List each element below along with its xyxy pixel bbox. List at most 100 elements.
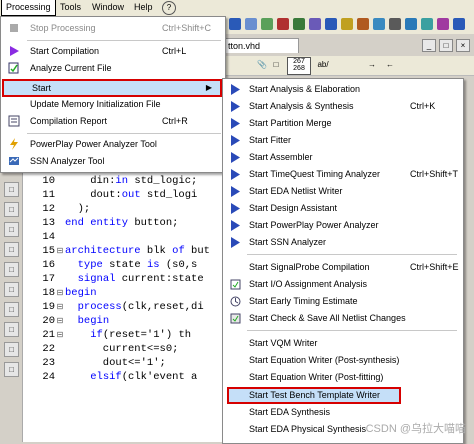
analyze-tool-icon[interactable]: [245, 18, 257, 30]
menu-item-start[interactable]: Start ▶: [2, 79, 222, 97]
menu-help[interactable]: Help: [130, 0, 157, 16]
netlist-tool-icon[interactable]: [325, 18, 337, 30]
close-icon[interactable]: ×: [456, 39, 470, 52]
submenu-item-design-assistant[interactable]: Start Design Assistant: [224, 200, 462, 217]
goto-line-icon[interactable]: □: [4, 362, 19, 377]
code-text: current<=s0;: [65, 343, 179, 355]
check-save-icon: [230, 313, 241, 324]
code-line[interactable]: 21 ⊟ if(reset='1') th: [23, 328, 191, 342]
submenu-item-analysis-synthesis[interactable]: Start Analysis & Synthesis Ctrl+K: [224, 98, 462, 115]
megawizard-tool-icon[interactable]: [437, 18, 449, 30]
help-tool-icon[interactable]: [453, 18, 465, 30]
menu-item-stop-processing[interactable]: Stop Processing Ctrl+Shift+C: [2, 20, 224, 36]
code-line[interactable]: 11 dout:out std_logi: [23, 188, 197, 202]
submenu-item-analysis-elaboration[interactable]: Start Analysis & Elaboration: [224, 81, 462, 98]
document-icon[interactable]: □: [271, 59, 281, 71]
find-icon[interactable]: □: [4, 182, 19, 197]
code-line[interactable]: 18 ⊟ begin: [23, 286, 96, 301]
fold-marker-icon[interactable]: ⊟: [55, 287, 65, 301]
comment-block-icon[interactable]: □: [4, 262, 19, 277]
submenu-item-test-bench-template-writer[interactable]: Start Test Bench Template Writer: [227, 387, 401, 404]
line-number: 10: [42, 175, 55, 187]
code-line[interactable]: 17 signal current:state: [23, 272, 204, 286]
help-pointer-icon[interactable]: ?: [162, 1, 176, 15]
prev-bookmark-icon[interactable]: □: [4, 342, 19, 357]
submenu-item-equation-post-synthesis[interactable]: Start Equation Writer (Post-synthesis): [224, 352, 462, 369]
submenu-item-assembler[interactable]: Start Assembler: [224, 149, 462, 166]
menu-window[interactable]: Window: [88, 0, 128, 16]
menu-item-powerplay-tool[interactable]: PowerPlay Power Analyzer Tool: [2, 136, 224, 152]
menu-item-update-memory-init[interactable]: Update Memory Initialization File: [2, 96, 224, 112]
line-number: 21: [42, 329, 55, 341]
fold-marker-icon[interactable]: ⊟: [55, 315, 65, 329]
tab-button-vhd[interactable]: tton.vhd: [225, 38, 299, 53]
code-line[interactable]: 10 din:in std_logic;: [23, 174, 197, 188]
assembler-tool-icon[interactable]: [341, 18, 353, 30]
submenu-item-equation-post-fitting[interactable]: Start Equation Writer (Post-fitting): [224, 369, 462, 386]
pin-planner-tool-icon[interactable]: [405, 18, 417, 30]
menu-processing[interactable]: Processing: [1, 0, 56, 16]
code-line[interactable]: 19 ⊟ process(clk,reset,di: [23, 300, 203, 315]
submenu-item-partition-merge[interactable]: Start Partition Merge: [224, 115, 462, 132]
submenu-item-fitter[interactable]: Start Fitter: [224, 132, 462, 149]
code-line[interactable]: 22 current<=s0;: [23, 342, 178, 356]
timing-tool-icon[interactable]: [309, 18, 321, 30]
chip-planner-tool-icon[interactable]: [373, 18, 385, 30]
submenu-item-early-timing[interactable]: Start Early Timing Estimate: [224, 293, 462, 310]
code-line[interactable]: 12 );: [23, 202, 90, 216]
minimize-icon[interactable]: _: [422, 39, 436, 52]
code-text: begin: [77, 315, 110, 327]
fold-marker-icon[interactable]: ⊟: [55, 301, 65, 315]
insert-template-icon[interactable]: □: [4, 242, 19, 257]
uncomment-block-icon[interactable]: □: [4, 282, 19, 297]
stop-tool-icon[interactable]: [277, 18, 289, 30]
code-line[interactable]: 13 end entity button;: [23, 216, 178, 230]
rtl-viewer-tool-icon[interactable]: [389, 18, 401, 30]
paperclip-icon[interactable]: 📎: [257, 59, 267, 71]
line-number: 16: [42, 259, 55, 271]
submenu-item-powerplay[interactable]: Start PowerPlay Power Analyzer: [224, 217, 462, 234]
menu-item-ssn-tool[interactable]: SSN Analyzer Tool: [2, 153, 224, 169]
submenu-item-timequest[interactable]: Start TimeQuest Timing Analyzer Ctrl+Shi…: [224, 166, 462, 183]
code-line[interactable]: 14: [23, 230, 65, 244]
indent-icon[interactable]: →: [365, 59, 379, 71]
signaltap-tool-icon[interactable]: [421, 18, 433, 30]
play-tool-icon[interactable]: [293, 18, 305, 30]
submenu-item-ssn-analyzer[interactable]: Start SSN Analyzer: [224, 234, 462, 251]
submenu-item-eda-synthesis[interactable]: Start EDA Synthesis: [224, 404, 462, 421]
code-line[interactable]: 24 elsif(clk'event a: [23, 370, 197, 384]
submenu-item-vqm-writer[interactable]: Start VQM Writer: [224, 335, 462, 352]
window-controls: _ □ ×: [419, 39, 470, 52]
code-text: signal current:state: [77, 273, 204, 285]
bookmark-icon[interactable]: □: [4, 202, 19, 217]
comment-icon[interactable]: ab/: [315, 59, 331, 71]
code-text: );: [65, 203, 91, 215]
code-line[interactable]: 20 ⊟ begin: [23, 314, 109, 328]
submenu-item-eda-netlist-writer[interactable]: Start EDA Netlist Writer: [224, 183, 462, 200]
menu-item-start-compilation[interactable]: Start Compilation Ctrl+L: [2, 43, 224, 59]
submenu-item-signalprobe[interactable]: Start SignalProbe Compilation Ctrl+Shift…: [224, 259, 462, 276]
line-number: 14: [42, 231, 55, 243]
menu-item-analyze-current-file[interactable]: Analyze Current File: [2, 60, 224, 76]
toggle-bookmark-icon[interactable]: □: [4, 302, 19, 317]
code-line[interactable]: 16 type state is (s0,s: [23, 258, 197, 272]
menu-tools[interactable]: Tools: [56, 0, 85, 16]
play-icon: [230, 220, 241, 231]
template-icon[interactable]: □: [4, 222, 19, 237]
menu-item-compilation-report[interactable]: Compilation Report Ctrl+R: [2, 113, 224, 129]
submenu-item-io-assignment[interactable]: Start I/O Assignment Analysis: [224, 276, 462, 293]
code-editor[interactable]: 10 din:in std_logic; 11 dout:out std_logi…: [23, 160, 228, 442]
compile-tool-icon[interactable]: [229, 18, 241, 30]
next-bookmark-icon[interactable]: □: [4, 322, 19, 337]
line-number-icon[interactable]: 267 268: [287, 57, 311, 75]
programmer-tool-icon[interactable]: [357, 18, 369, 30]
fitter-tool-icon[interactable]: [261, 18, 273, 30]
restore-icon[interactable]: □: [439, 39, 453, 52]
code-line[interactable]: 23 dout<='1';: [23, 356, 166, 370]
submenu-item-check-save-netlist[interactable]: Start Check & Save All Netlist Changes: [224, 310, 462, 327]
code-line[interactable]: 15 ⊟ architecture blk of but: [23, 244, 210, 258]
fold-marker-icon[interactable]: ⊟: [55, 245, 65, 259]
outdent-icon[interactable]: ←: [383, 59, 397, 71]
code-text: dout<='1';: [65, 357, 166, 369]
fold-marker-icon[interactable]: ⊟: [55, 329, 65, 343]
